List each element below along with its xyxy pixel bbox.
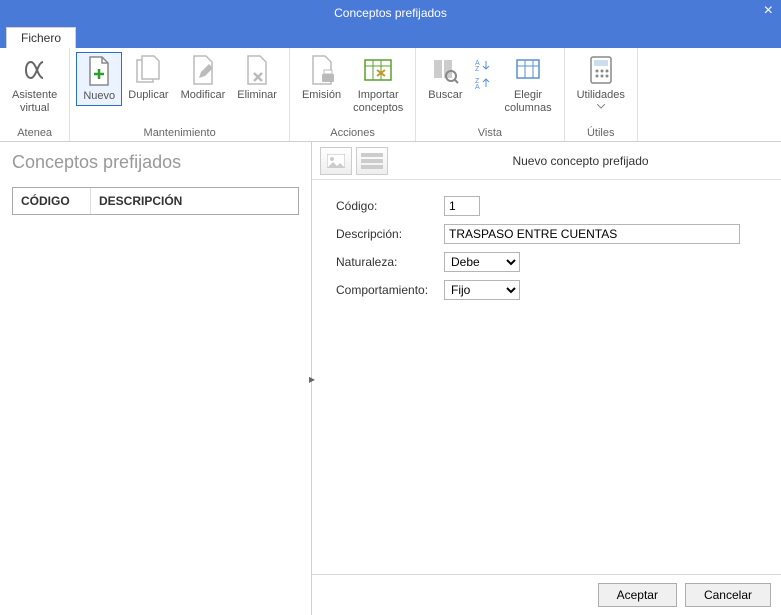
select-naturaleza[interactable]: Debe bbox=[444, 252, 520, 272]
import-icon bbox=[362, 54, 394, 86]
group-label-atenea: Atenea bbox=[6, 125, 63, 139]
modificar-button[interactable]: Modificar bbox=[175, 52, 232, 104]
importar-button[interactable]: Importar conceptos bbox=[347, 52, 409, 116]
duplicar-button[interactable]: Duplicar bbox=[122, 52, 174, 104]
label-codigo: Código: bbox=[336, 199, 444, 213]
group-label-vista: Vista bbox=[422, 125, 557, 139]
input-descripcion[interactable] bbox=[444, 224, 740, 244]
eliminar-label: Eliminar bbox=[237, 89, 277, 102]
dialog-footer: Aceptar Cancelar bbox=[312, 574, 781, 615]
detail-form: Código: Descripción: Naturaleza: Debe Co… bbox=[312, 180, 781, 324]
col-header-codigo[interactable]: CÓDIGO bbox=[13, 188, 91, 214]
nuevo-label: Nuevo bbox=[83, 90, 115, 103]
importar-label: Importar conceptos bbox=[353, 89, 403, 114]
asistente-virtual-button[interactable]: Asistente virtual bbox=[6, 52, 63, 116]
body: Conceptos prefijados CÓDIGO DESCRIPCIÓN … bbox=[0, 142, 781, 615]
duplicar-label: Duplicar bbox=[128, 89, 168, 102]
sort-desc-button[interactable]: ZA bbox=[471, 74, 497, 92]
columns-icon bbox=[512, 54, 544, 86]
col-header-descripcion[interactable]: DESCRIPCIÓN bbox=[91, 188, 298, 214]
emision-label: Emisión bbox=[302, 89, 341, 102]
tab-fichero[interactable]: Fichero bbox=[6, 27, 76, 48]
svg-text:A: A bbox=[475, 84, 480, 90]
input-codigo[interactable] bbox=[444, 196, 480, 216]
grid-header: CÓDIGO DESCRIPCIÓN bbox=[12, 187, 299, 215]
image-icon bbox=[327, 154, 345, 168]
sort-desc-icon: ZA bbox=[475, 76, 491, 90]
sort-asc-icon: AZ bbox=[475, 58, 491, 72]
eliminar-button[interactable]: Eliminar bbox=[231, 52, 283, 104]
detail-header: Nuevo concepto prefijado bbox=[312, 142, 781, 180]
tab-strip: Fichero bbox=[0, 26, 781, 48]
chevron-down-icon bbox=[597, 104, 605, 109]
ribbon-group-acciones: Emisión Importar conceptos Acciones bbox=[290, 48, 416, 141]
right-pane: Nuevo concepto prefijado Código: Descrip… bbox=[312, 142, 781, 615]
emision-button[interactable]: Emisión bbox=[296, 52, 347, 104]
left-heading: Conceptos prefijados bbox=[12, 152, 299, 173]
ribbon-group-atenea: Asistente virtual Atenea bbox=[0, 48, 70, 141]
svg-text:Z: Z bbox=[475, 66, 480, 72]
ribbon-group-utiles: Utilidades Útiles bbox=[565, 48, 638, 141]
view-mode-list-button[interactable] bbox=[356, 147, 388, 175]
calculator-icon bbox=[585, 54, 617, 86]
label-descripcion: Descripción: bbox=[336, 227, 444, 241]
select-comportamiento[interactable]: Fijo bbox=[444, 280, 520, 300]
label-naturaleza: Naturaleza: bbox=[336, 255, 444, 269]
label-comportamiento: Comportamiento: bbox=[336, 283, 444, 297]
edit-file-icon bbox=[187, 54, 219, 86]
modificar-label: Modificar bbox=[181, 89, 226, 102]
print-icon bbox=[306, 54, 338, 86]
sort-buttons: AZ ZA bbox=[469, 52, 499, 96]
nuevo-button[interactable]: Nuevo bbox=[76, 52, 122, 106]
cancelar-button[interactable]: Cancelar bbox=[685, 583, 771, 607]
group-label-acciones: Acciones bbox=[296, 125, 409, 139]
buscar-label: Buscar bbox=[428, 89, 462, 102]
ribbon: Asistente virtual Atenea Nuevo Duplicar bbox=[0, 48, 781, 142]
sort-asc-button[interactable]: AZ bbox=[471, 56, 497, 74]
view-mode-image-button[interactable] bbox=[320, 147, 352, 175]
search-icon bbox=[429, 54, 461, 86]
window-title: Conceptos prefijados bbox=[334, 6, 447, 20]
aceptar-button[interactable]: Aceptar bbox=[598, 583, 677, 607]
asistente-virtual-label: Asistente virtual bbox=[12, 89, 57, 114]
delete-file-icon bbox=[241, 54, 273, 86]
detail-title: Nuevo concepto prefijado bbox=[388, 154, 773, 168]
columnas-label: Elegir columnas bbox=[505, 89, 552, 114]
titlebar: Conceptos prefijados × bbox=[0, 0, 781, 26]
new-file-icon bbox=[83, 55, 115, 87]
group-label-mantenimiento: Mantenimiento bbox=[76, 125, 283, 139]
close-icon[interactable]: × bbox=[764, 2, 773, 20]
buscar-button[interactable]: Buscar bbox=[422, 52, 468, 104]
duplicate-icon bbox=[132, 54, 164, 86]
utilidades-button[interactable]: Utilidades bbox=[571, 52, 631, 111]
columnas-button[interactable]: Elegir columnas bbox=[499, 52, 558, 116]
utilidades-label: Utilidades bbox=[577, 89, 625, 102]
splitter-handle[interactable]: ▸ bbox=[307, 369, 317, 389]
alpha-icon bbox=[19, 54, 51, 86]
group-label-utiles: Útiles bbox=[571, 125, 631, 139]
ribbon-group-vista: Buscar AZ ZA Elegir columnas Vista bbox=[416, 48, 564, 141]
left-pane: Conceptos prefijados CÓDIGO DESCRIPCIÓN bbox=[0, 142, 312, 615]
ribbon-group-mantenimiento: Nuevo Duplicar Modificar Eliminar bbox=[70, 48, 290, 141]
